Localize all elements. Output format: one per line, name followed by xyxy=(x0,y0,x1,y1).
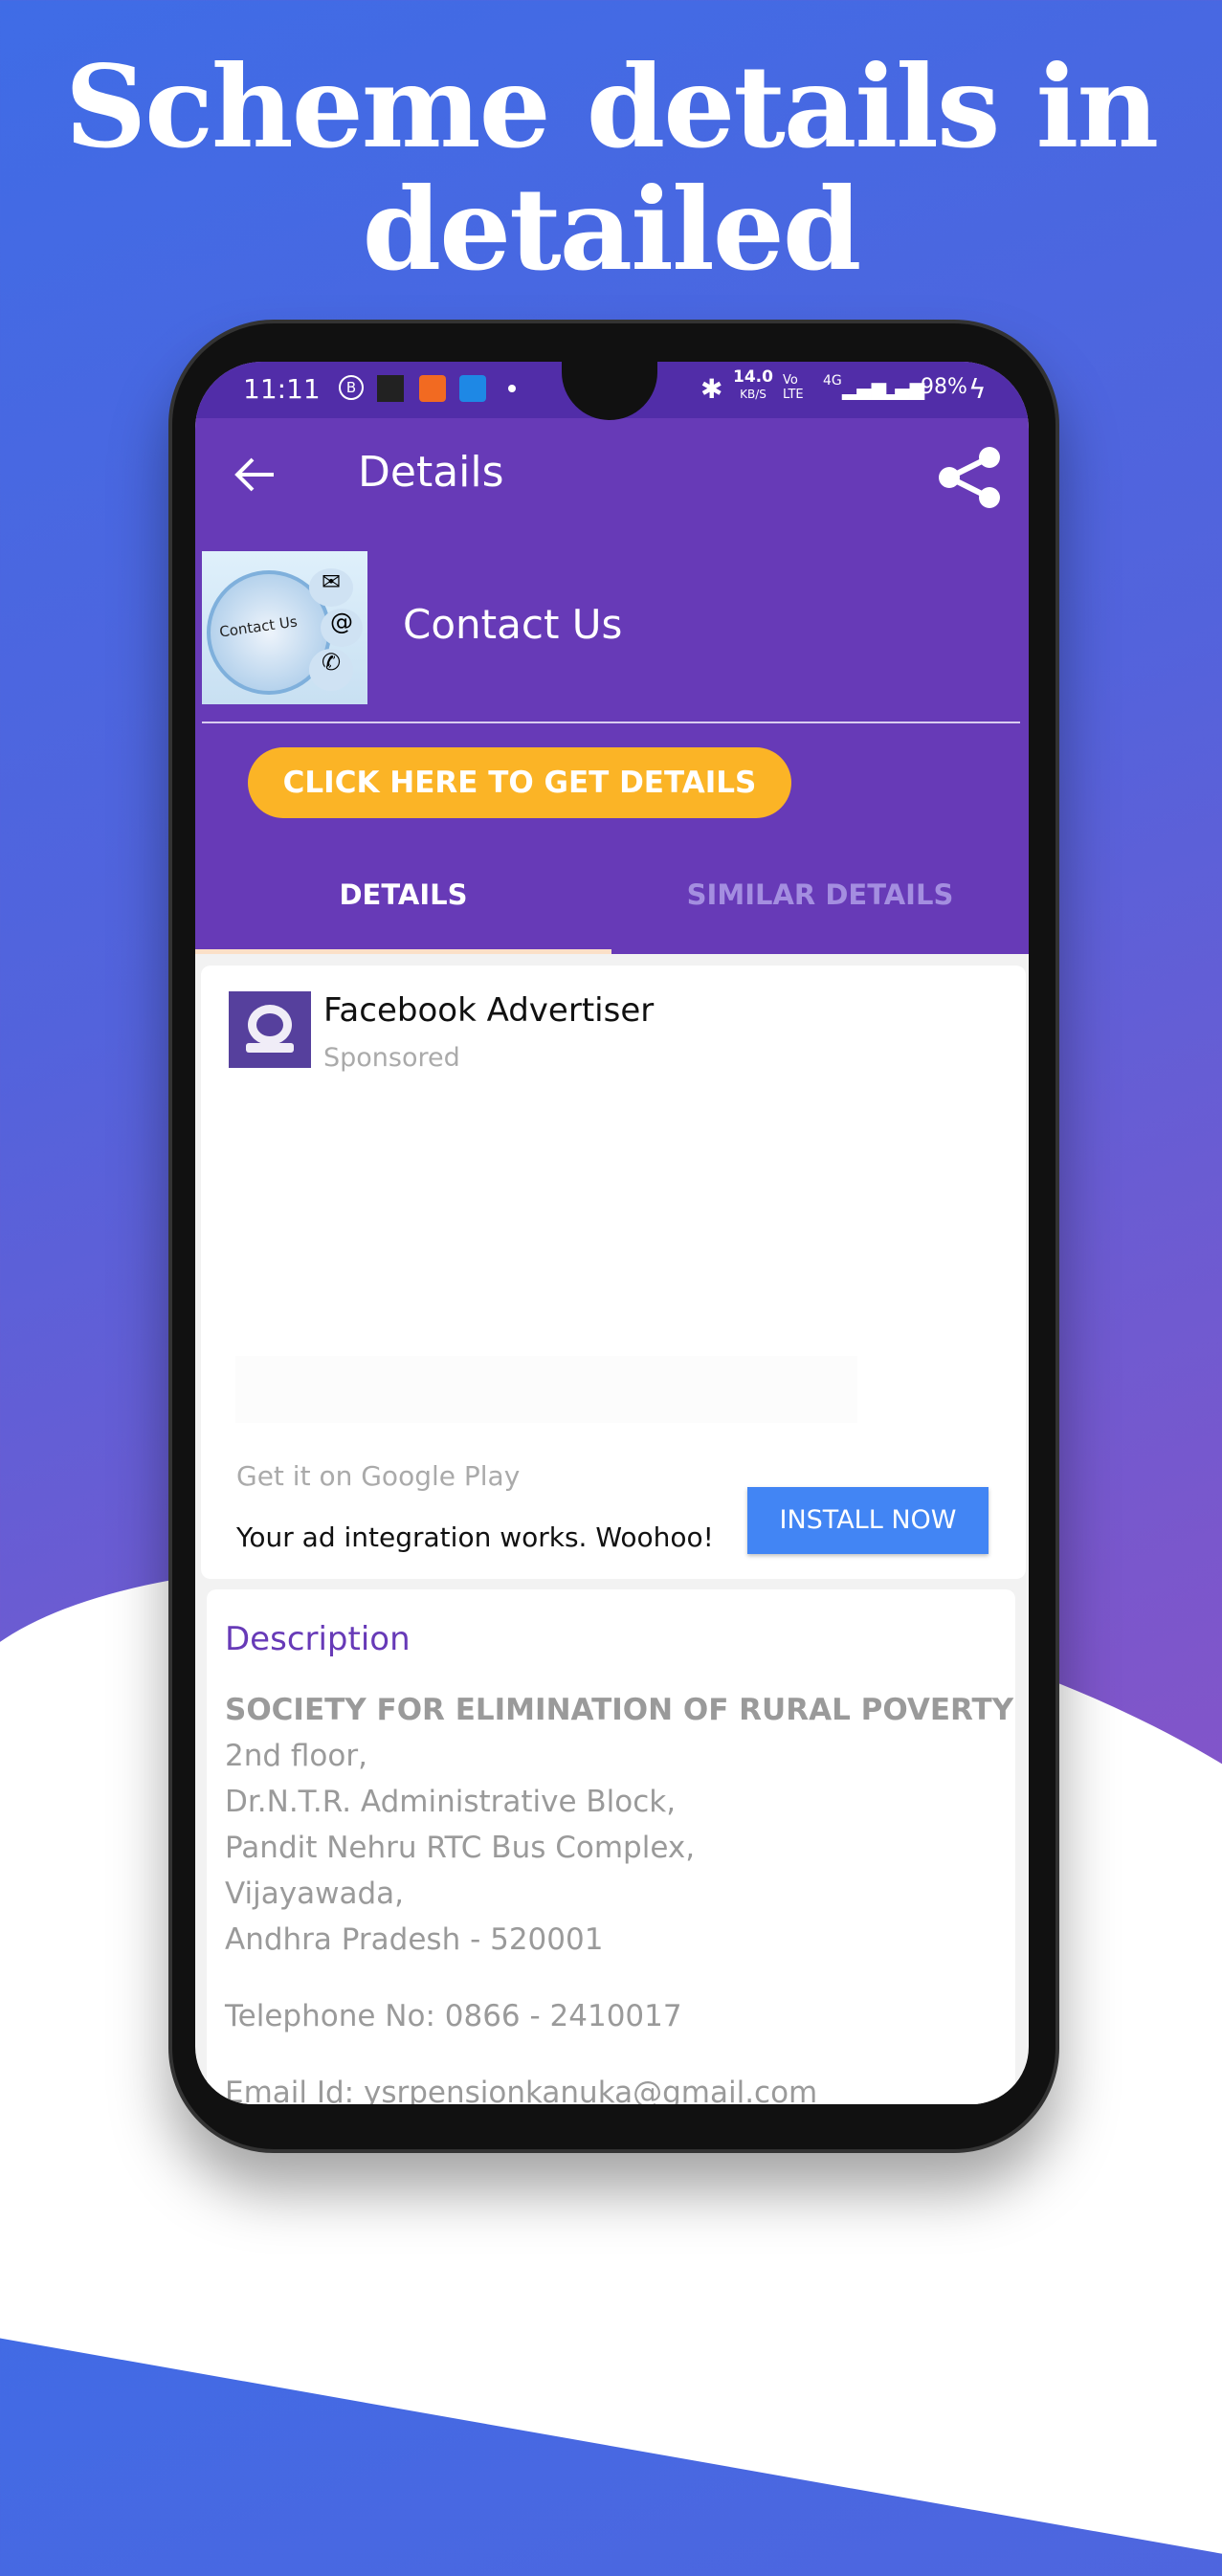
mi-icon xyxy=(419,375,446,402)
status-time: 11:11 xyxy=(243,373,321,405)
charging-icon: ϟ xyxy=(968,373,987,405)
bluetooth-icon: ✱ xyxy=(700,373,723,405)
headline-line-2: detailed xyxy=(362,163,862,296)
network-type: 4G xyxy=(823,373,842,389)
business-icon: B xyxy=(339,375,364,400)
at-icon: @ xyxy=(321,609,363,647)
header-divider xyxy=(202,722,1020,723)
address-line: Andhra Pradesh - 520001 xyxy=(225,1922,604,1957)
headline: Scheme details in detailed xyxy=(0,46,1222,291)
scheme-title: Contact Us xyxy=(403,601,623,648)
ad-media-placeholder xyxy=(235,1356,857,1423)
mail-icon: ✉ xyxy=(309,568,353,607)
email[interactable]: Email Id: ysrpensionkanuka@gmail.com xyxy=(225,2070,1015,2104)
store-label: Get it on Google Play xyxy=(236,1460,521,1492)
address-line: 2nd floor, xyxy=(225,1739,367,1773)
address-line: Dr.N.T.R. Administrative Block, xyxy=(225,1785,677,1819)
share-icon[interactable] xyxy=(936,446,1003,509)
tab-details[interactable]: DETAILS xyxy=(195,878,611,911)
advertiser-name: Facebook Advertiser xyxy=(323,991,655,1030)
signal-icon-2: ▂▄▆ xyxy=(880,377,925,400)
description-heading: Description xyxy=(225,1620,411,1658)
contact-thumbnail: Contact Us ✉ @ ✆ xyxy=(202,551,367,704)
tab-similar-details[interactable]: SIMILAR DETAILS xyxy=(611,878,1029,911)
tab-indicator xyxy=(195,949,611,954)
volte-indicator: Vo LTE xyxy=(783,373,804,402)
install-now-button[interactable]: INSTALL NOW xyxy=(747,1487,989,1554)
usb-icon xyxy=(459,375,486,402)
get-details-button[interactable]: CLICK HERE TO GET DETAILS xyxy=(248,747,791,818)
status-bar: 11:11 B ✱ 14.0 KB/S Vo LTE 4G ▂▄▆ ▂▄▆ 98%… xyxy=(195,362,1029,420)
network-speed: 14.0 KB/S xyxy=(733,367,773,402)
phone-icon: ✆ xyxy=(309,649,353,691)
address-line: Vijayawada, xyxy=(225,1876,404,1911)
phone-screen: 11:11 B ✱ 14.0 KB/S Vo LTE 4G ▂▄▆ ▂▄▆ 98%… xyxy=(195,362,1029,2104)
ad-body: Your ad integration works. Woohoo! xyxy=(236,1521,714,1553)
camera-notch xyxy=(562,362,657,420)
battery-level: 98% xyxy=(921,375,967,399)
advertiser-logo-icon xyxy=(229,991,311,1068)
toolbar-title: Details xyxy=(358,448,504,497)
description-card: Description SOCIETY FOR ELIMINATION OF R… xyxy=(207,1589,1015,2104)
ad-card[interactable]: Facebook Advertiser Sponsored Get it on … xyxy=(201,966,1026,1579)
headline-line-1: Scheme details in xyxy=(64,40,1159,173)
sponsored-label: Sponsored xyxy=(323,1043,460,1073)
app-notification-icon xyxy=(377,375,404,402)
address-line: Pandit Nehru RTC Bus Complex, xyxy=(225,1831,696,1865)
org-name: SOCIETY FOR ELIMINATION OF RURAL POVERTY xyxy=(225,1693,1014,1727)
back-arrow-icon[interactable] xyxy=(233,455,278,494)
more-dot-icon xyxy=(508,385,516,392)
telephone[interactable]: Telephone No: 0866 - 2410017 xyxy=(225,1993,1015,2039)
